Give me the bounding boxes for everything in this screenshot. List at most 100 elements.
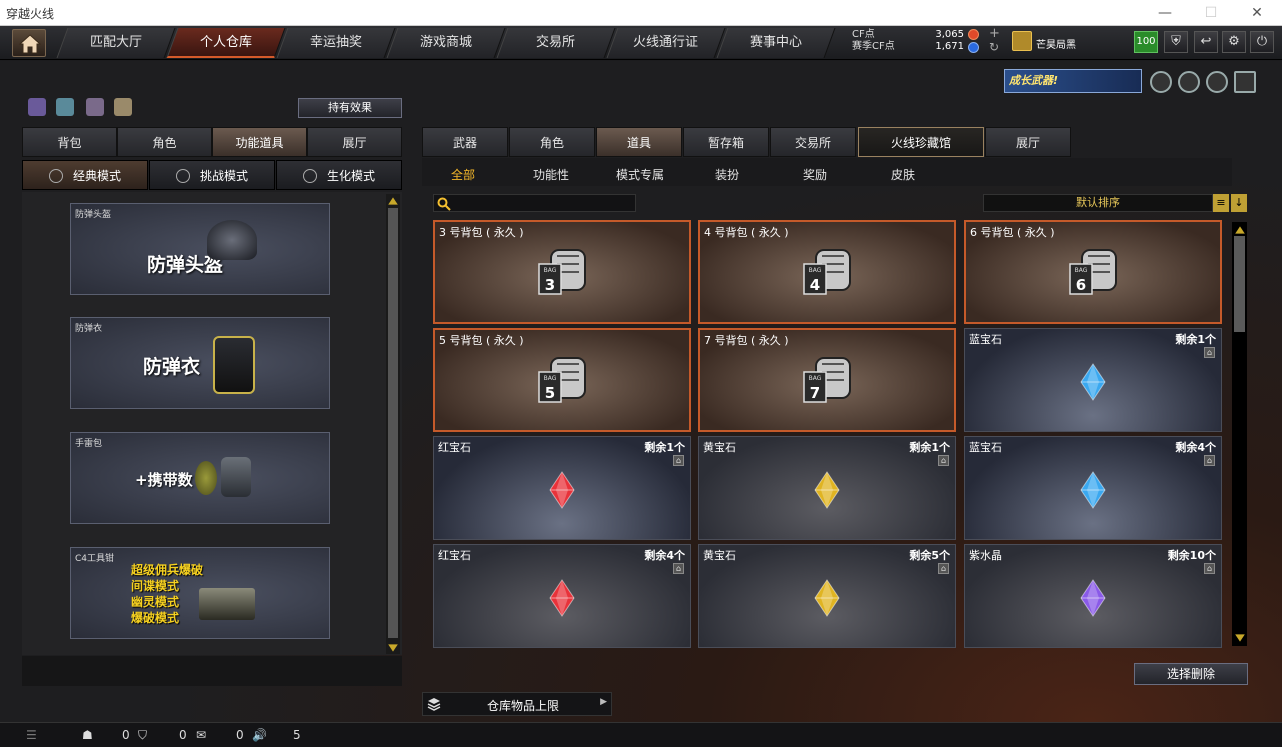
left-scroll-thumb[interactable] — [388, 208, 398, 638]
card-c4-pliers[interactable]: C4工具钳 超级佣兵爆破 间谍模式 幽灵模式 爆破模式 — [70, 547, 330, 639]
right-tab-weapons[interactable]: 武器 — [422, 127, 508, 157]
power-icon[interactable]: ⏻ — [1250, 31, 1274, 53]
speaker-icon[interactable]: 🔊 — [252, 728, 267, 742]
season-cf-label: 赛季CF点 — [852, 41, 895, 52]
card-grenade-pack[interactable]: 手雷包 +携带数 — [70, 432, 330, 524]
nav-tab-warehouse[interactable]: 个人仓库 — [166, 28, 286, 58]
level-badge: 100 — [1134, 31, 1158, 53]
sort-direction-icon[interactable]: ↓ — [1231, 194, 1247, 212]
user-name[interactable]: 芒昊局黑 — [1036, 36, 1076, 51]
w-logo-icon[interactable] — [1234, 71, 1256, 93]
select-delete-button[interactable]: 选择删除 — [1134, 663, 1248, 685]
menu-icon[interactable]: ☰ — [26, 728, 37, 742]
subtab-rewards[interactable]: 奖励 — [803, 166, 827, 183]
subtab-dress-up[interactable]: 装扮 — [715, 166, 739, 183]
right-scrollbar[interactable] — [1232, 222, 1247, 646]
gear-icon[interactable]: ⚙ — [1222, 31, 1246, 53]
bag-tag-label: BAG — [1075, 267, 1088, 274]
lock-icon[interactable]: ⌂ — [938, 563, 949, 574]
home-button[interactable] — [12, 29, 46, 57]
chat-count: 0 — [236, 728, 244, 742]
list-view-icon[interactable]: ≡ — [1213, 194, 1229, 212]
globe-icon[interactable] — [1178, 71, 1200, 93]
gem-item-card[interactable]: 蓝宝石 剩余4个 ⌂ — [964, 436, 1222, 540]
nav-tab-exchange[interactable]: 交易所 — [496, 28, 616, 58]
bag-item-card[interactable]: 4 号背包 ( 永久 ) BAG 4 — [698, 220, 956, 324]
lock-icon[interactable]: ⌂ — [673, 563, 684, 574]
right-tab-items[interactable]: 道具 — [596, 127, 682, 157]
gem-item-card[interactable]: 红宝石 剩余1个 ⌂ — [433, 436, 691, 540]
right-tab-character[interactable]: 角色 — [509, 127, 595, 157]
mode-tab-zombie[interactable]: 生化模式 — [276, 160, 402, 190]
right-tab-storage-box[interactable]: 暂存箱 — [683, 127, 769, 157]
subtab-mode-exclusive[interactable]: 模式专属 — [616, 166, 664, 183]
nav-tab-match-lobby[interactable]: 匹配大厅 — [56, 28, 176, 58]
stats-icon[interactable] — [28, 98, 46, 116]
left-tab-backpack[interactable]: 背包 — [22, 127, 117, 157]
return-icon[interactable]: ↩ — [1194, 31, 1218, 53]
nav-tab-lottery[interactable]: 幸运抽奖 — [276, 28, 396, 58]
storage-limit-bar[interactable]: 仓库物品上限 ▶ — [422, 692, 612, 716]
speaker-count: 5 — [293, 728, 301, 742]
add-cf-button[interactable]: + — [989, 26, 1000, 41]
close-button[interactable]: ✕ — [1234, 0, 1280, 26]
bag-item-card[interactable]: 6 号背包 ( 永久 ) BAG 6 — [964, 220, 1222, 324]
gem-item-card[interactable]: 红宝石 剩余4个 ⌂ — [433, 544, 691, 648]
subtab-functional[interactable]: 功能性 — [533, 166, 569, 183]
bag-number: 6 — [1076, 276, 1086, 294]
refresh-icon[interactable] — [56, 98, 74, 116]
hold-effect-button[interactable]: 持有效果 — [298, 98, 402, 118]
item-remaining: 剩余5个 — [909, 549, 950, 562]
clan-icon[interactable]: ⛉ — [138, 728, 147, 743]
maximize-button[interactable]: ☐ — [1188, 0, 1234, 26]
nav-tab-pass[interactable]: 火线通行证 — [606, 28, 726, 58]
character-icon[interactable] — [86, 98, 104, 116]
badge-icon[interactable] — [1150, 71, 1172, 93]
bag-item-card[interactable]: 3 号背包 ( 永久 ) BAG 3 — [433, 220, 691, 324]
card-helmet[interactable]: 防弹头盔 防弹头盔 — [70, 203, 330, 295]
search-box[interactable] — [433, 194, 636, 212]
right-tab-collection[interactable]: 火线珍藏馆 — [858, 127, 984, 157]
right-scroll-thumb[interactable] — [1234, 236, 1245, 332]
right-tab-exchange[interactable]: 交易所 — [770, 127, 856, 157]
nav-tab-shop[interactable]: 游戏商城 — [386, 28, 506, 58]
subtab-all[interactable]: 全部 — [451, 166, 475, 183]
sort-dropdown[interactable]: 默认排序 — [983, 194, 1213, 212]
left-tab-gallery[interactable]: 展厅 — [307, 127, 402, 157]
refresh-cf-button[interactable]: ↻ — [989, 40, 999, 54]
lock-icon[interactable]: ⌂ — [938, 455, 949, 466]
item-icon[interactable] — [114, 98, 132, 116]
gem-item-card[interactable]: 黄宝石 剩余1个 ⌂ — [698, 436, 956, 540]
mode-tab-classic[interactable]: 经典模式 — [22, 160, 148, 190]
c4-modes-list: 超级佣兵爆破 间谍模式 幽灵模式 爆破模式 — [131, 563, 204, 625]
right-tab-gallery[interactable]: 展厅 — [985, 127, 1071, 157]
bag-number: 7 — [810, 384, 820, 402]
search-input[interactable] — [454, 195, 634, 211]
subtab-skins[interactable]: 皮肤 — [891, 166, 915, 183]
bag-item-card[interactable]: 5 号背包 ( 永久 ) BAG 5 — [433, 328, 691, 432]
lock-icon[interactable]: ⌂ — [1204, 347, 1215, 358]
left-tab-character[interactable]: 角色 — [117, 127, 212, 157]
bag-item-card[interactable]: 7 号背包 ( 永久 ) BAG 7 — [698, 328, 956, 432]
item-name: 红宝石 — [438, 549, 471, 562]
lock-icon[interactable]: ⌂ — [673, 455, 684, 466]
lock-icon[interactable]: ⌂ — [1204, 563, 1215, 574]
shield-icon[interactable]: ⛨ — [1164, 31, 1188, 53]
minimize-button[interactable]: — — [1142, 0, 1188, 26]
card-vest[interactable]: 防弹衣 防弹衣 — [70, 317, 330, 409]
user-rank-icon — [1012, 31, 1032, 51]
promo-banner[interactable]: 成长武器! — [1004, 69, 1142, 93]
lock-icon[interactable]: ⌂ — [1204, 455, 1215, 466]
gem-item-card[interactable]: 蓝宝石 剩余1个 ⌂ — [964, 328, 1222, 432]
item-name: 蓝宝石 — [969, 441, 1002, 454]
left-scrollbar[interactable] — [386, 194, 400, 654]
nav-tab-events[interactable]: 赛事中心 — [716, 28, 836, 58]
mode-tab-challenge[interactable]: 挑战模式 — [149, 160, 275, 190]
gem-item-card[interactable]: 黄宝石 剩余5个 ⌂ — [698, 544, 956, 648]
gem-item-card[interactable]: 紫水晶 剩余10个 ⌂ — [964, 544, 1222, 648]
star-icon[interactable] — [1206, 71, 1228, 93]
friends-icon[interactable]: ☗ — [82, 728, 93, 742]
chat-icon[interactable]: ✉ — [196, 728, 206, 742]
left-tab-function-items[interactable]: 功能道具 — [212, 127, 307, 157]
zombie-mode-icon — [303, 169, 317, 183]
